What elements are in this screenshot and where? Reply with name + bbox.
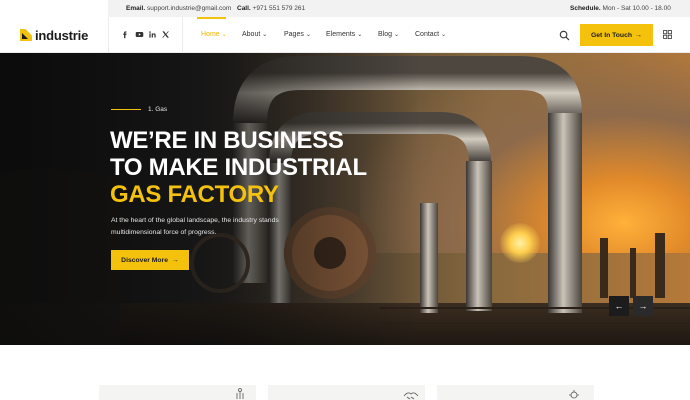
linkedin-icon[interactable]: [148, 30, 157, 39]
hero-description: At the heart of the global landscape, th…: [111, 217, 279, 236]
worker-hand-icon: [236, 388, 244, 399]
arrow-right-icon: →: [635, 31, 643, 39]
discover-more-button[interactable]: Discover More →: [111, 250, 189, 270]
nav-item-contact[interactable]: Contact ⌄: [415, 30, 446, 40]
arrow-right-icon: →: [638, 301, 648, 311]
call-label: Call.: [237, 5, 251, 12]
handshake-icon: [403, 392, 419, 400]
facebook-icon[interactable]: [121, 30, 130, 39]
nav-item-blog[interactable]: Blog ⌄: [378, 30, 399, 40]
slider-prev-button[interactable]: ←: [609, 296, 629, 316]
schedule-label: Schedule.: [570, 5, 601, 12]
logo-text: industrie: [35, 27, 89, 43]
logo[interactable]: industrie: [20, 27, 88, 43]
nav-item-elements[interactable]: Elements ⌄: [326, 30, 362, 40]
grid-menu-icon[interactable]: [663, 30, 672, 39]
x-icon[interactable]: [161, 30, 170, 39]
chevron-down-icon: ⌄: [357, 32, 363, 38]
gear-tool-icon: [569, 390, 579, 399]
header-divider: [182, 17, 183, 53]
hero-eyebrow: 1. Gas: [148, 106, 168, 113]
nav-item-pages[interactable]: Pages ⌄: [284, 30, 311, 40]
email-label: Email.: [126, 5, 146, 12]
chevron-down-icon: ⌄: [441, 32, 447, 38]
email-value[interactable]: support.industrie@gmail.com: [147, 5, 231, 12]
header-divider: [108, 17, 109, 53]
nav-label: Home: [201, 31, 220, 38]
hero-title-line-2: TO MAKE INDUSTRIAL: [110, 154, 367, 181]
hero-slider: 1. Gas WE’RE IN BUSINESS TO MAKE INDUSTR…: [0, 53, 690, 345]
service-card[interactable]: [99, 385, 256, 400]
arrow-left-icon: ←: [614, 301, 624, 311]
service-card[interactable]: [437, 385, 594, 400]
nav-label: Blog: [378, 31, 393, 38]
discover-more-label: Discover More: [121, 256, 169, 264]
eyebrow-line: [111, 109, 141, 110]
arrow-right-icon: →: [172, 256, 179, 264]
chevron-down-icon: ⌄: [305, 32, 311, 38]
top-bar-logo-area: [0, 0, 108, 17]
nav-label: Contact: [415, 31, 440, 38]
nav-item-home[interactable]: Home ⌄: [201, 30, 227, 40]
nav-label: Pages: [284, 31, 304, 38]
chevron-down-icon: ⌄: [221, 32, 227, 38]
chevron-down-icon: ⌄: [262, 32, 268, 38]
cta-label: Get In Touch: [590, 31, 633, 39]
nav-label: Elements: [326, 31, 356, 38]
nav-item-about[interactable]: About ⌄: [242, 30, 267, 40]
hero-title-line-1: WE’RE IN BUSINESS: [110, 127, 344, 154]
site-header: industrie Home ⌄ About ⌄ Pages ⌄ Elements ⌄ …: [0, 17, 690, 53]
email-info[interactable]: Email. support.industrie@gmail.com: [126, 4, 231, 13]
schedule-value: Mon - Sat 10.00 - 18.00: [602, 5, 671, 12]
get-in-touch-button[interactable]: Get In Touch →: [580, 24, 653, 46]
nav-label: About: [242, 31, 261, 38]
hero-title-line-3: GAS FACTORY: [110, 181, 279, 208]
slider-next-button[interactable]: →: [633, 296, 653, 316]
chevron-down-icon: ⌄: [394, 32, 400, 38]
nav-active-indicator: [197, 17, 226, 19]
youtube-icon[interactable]: [135, 30, 144, 39]
service-card[interactable]: [268, 385, 425, 400]
schedule-info: Schedule. Mon - Sat 10.00 - 18.00: [570, 4, 671, 13]
call-info[interactable]: Call. +971 551 579 261: [237, 4, 305, 13]
top-bar: Email. support.industrie@gmail.com Call.…: [0, 0, 690, 17]
search-icon[interactable]: [559, 30, 570, 41]
logo-mark-icon: [20, 29, 32, 41]
call-value[interactable]: +971 551 579 261: [253, 5, 306, 12]
